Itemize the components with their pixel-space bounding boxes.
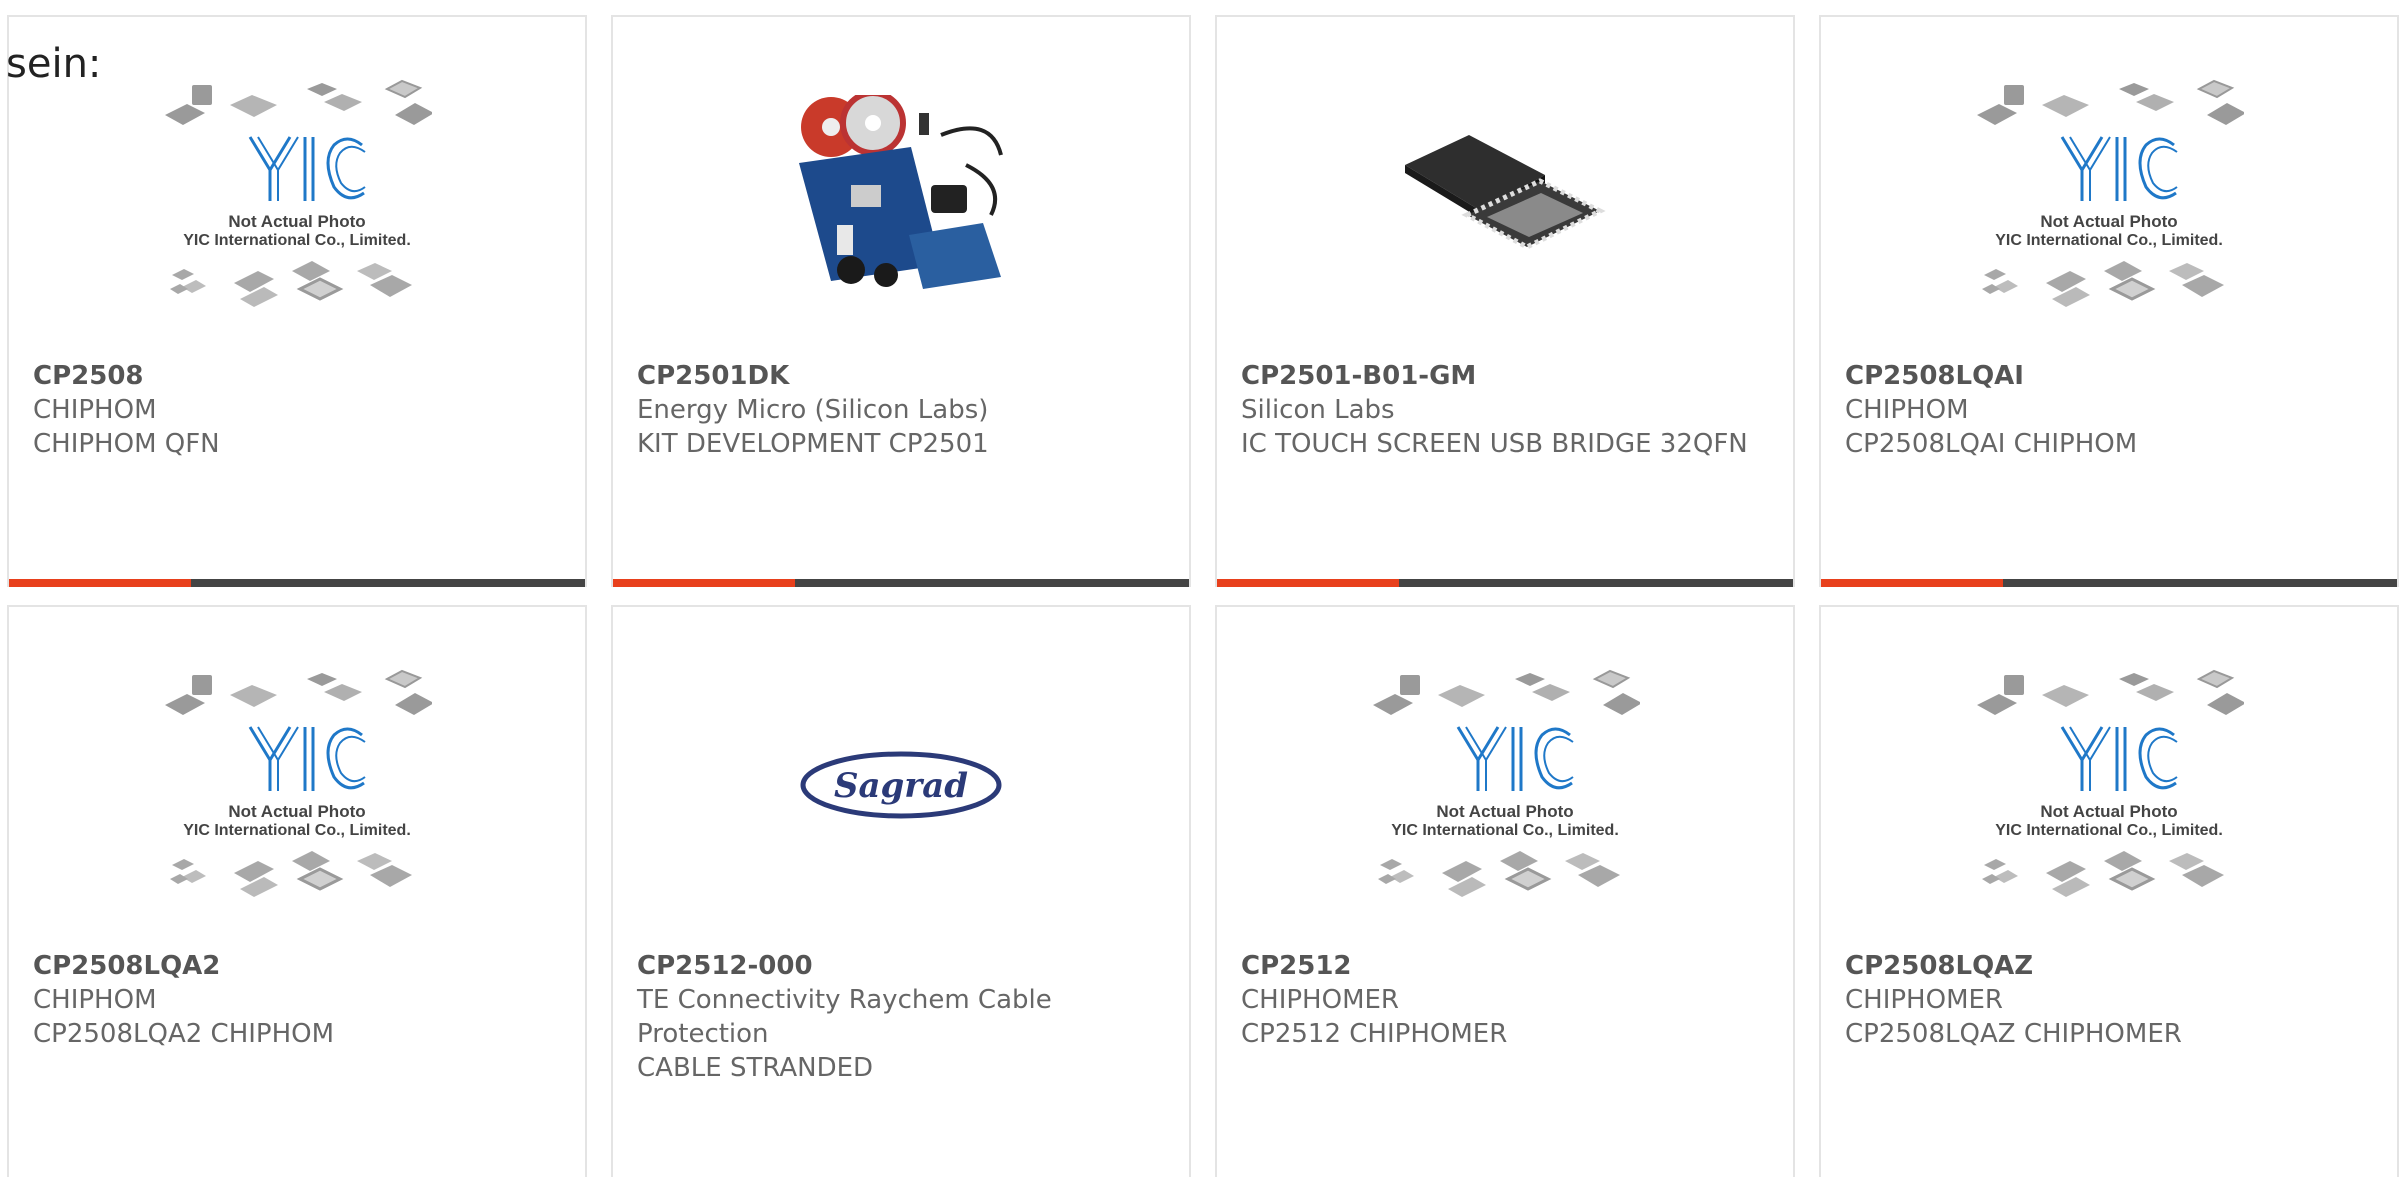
placeholder-caption-line2: YIC International Co., Limited.	[183, 232, 411, 249]
product-image[interactable]	[1217, 75, 1793, 315]
card-bottom-bar	[1821, 579, 2397, 587]
product-card[interactable]: CP2501DK Energy Micro (Silicon Labs) KIT…	[611, 15, 1191, 587]
placeholder-caption-line1: Not Actual Photo	[1436, 802, 1573, 821]
product-info: CP2508 CHIPHOM CHIPHOM QFN	[33, 359, 561, 461]
part-number-link[interactable]: CP2512	[1241, 949, 1769, 983]
product-description: IC TOUCH SCREEN USB BRIDGE 32QFN	[1241, 429, 1748, 459]
manufacturer-name: CHIPHOM	[33, 395, 157, 425]
part-number-link[interactable]: CP2508LQAZ	[1845, 949, 2373, 983]
yic-placeholder-icon: Not Actual Photo YIC International Co., …	[165, 669, 432, 897]
placeholder-caption-line2: YIC International Co., Limited.	[1995, 232, 2223, 249]
product-info: CP2501DK Energy Micro (Silicon Labs) KIT…	[637, 359, 1165, 461]
card-accent-bar	[1821, 579, 2003, 587]
product-info: CP2501-B01-GM Silicon Labs IC TOUCH SCRE…	[1241, 359, 1769, 461]
manufacturer-name: TE Connectivity Raychem Cable Protection	[637, 985, 1052, 1049]
product-image[interactable]: Sagrad	[613, 665, 1189, 905]
yic-placeholder-icon: Not Actual Photo YIC International Co., …	[1977, 669, 2244, 897]
card-accent-bar	[9, 579, 191, 587]
page-heading: sein:	[6, 41, 102, 87]
card-bottom-bar	[1217, 579, 1793, 587]
product-description: CP2508LQAI CHIPHOM	[1845, 429, 2138, 459]
product-card[interactable]: Not Actual Photo YIC International Co., …	[1819, 15, 2399, 587]
manufacturer-name: Silicon Labs	[1241, 395, 1395, 425]
part-number-link[interactable]: CP2512-000	[637, 949, 1165, 983]
product-description: CP2508LQAZ CHIPHOMER	[1845, 1019, 2182, 1049]
manufacturer-name: CHIPHOMER	[1845, 985, 2003, 1015]
manufacturer-name: Energy Micro (Silicon Labs)	[637, 395, 989, 425]
product-info: CP2512-000 TE Connectivity Raychem Cable…	[637, 949, 1165, 1085]
product-image[interactable]: Not Actual Photo YIC International Co., …	[9, 75, 585, 315]
part-number-link[interactable]: CP2508	[33, 359, 561, 393]
product-image[interactable]: Not Actual Photo YIC International Co., …	[1821, 665, 2397, 905]
part-number-link[interactable]: CP2501DK	[637, 359, 1165, 393]
manufacturer-name: CHIPHOM	[33, 985, 157, 1015]
card-accent-bar	[613, 579, 795, 587]
placeholder-caption-line1: Not Actual Photo	[228, 802, 365, 821]
product-card[interactable]: Not Actual Photo YIC International Co., …	[7, 15, 587, 587]
part-number-link[interactable]: CP2508LQA2	[33, 949, 561, 983]
product-card[interactable]: Not Actual Photo YIC International Co., …	[7, 605, 587, 1177]
sagrad-logo-text: Sagrad	[834, 766, 968, 806]
placeholder-caption-line2: YIC International Co., Limited.	[1995, 822, 2223, 839]
yic-placeholder-icon: Not Actual Photo YIC International Co., …	[1977, 79, 2244, 307]
placeholder-caption-line1: Not Actual Photo	[2040, 802, 2177, 821]
product-image[interactable]: Not Actual Photo YIC International Co., …	[1217, 665, 1793, 905]
placeholder-caption-line2: YIC International Co., Limited.	[183, 822, 411, 839]
manufacturer-name: CHIPHOM	[1845, 395, 1969, 425]
product-card[interactable]: Sagrad CP2512-000 TE Connectivity Rayche…	[611, 605, 1191, 1177]
product-description: CABLE STRANDED	[637, 1053, 874, 1083]
product-description: CHIPHOM QFN	[33, 429, 220, 459]
placeholder-caption-line1: Not Actual Photo	[2040, 212, 2177, 231]
card-bottom-bar	[9, 579, 585, 587]
part-number-link[interactable]: CP2508LQAI	[1845, 359, 2373, 393]
product-image[interactable]: Not Actual Photo YIC International Co., …	[1821, 75, 2397, 315]
part-number-link[interactable]: CP2501-B01-GM	[1241, 359, 1769, 393]
manufacturer-name: CHIPHOMER	[1241, 985, 1399, 1015]
yic-placeholder-icon: Not Actual Photo YIC International Co., …	[165, 79, 432, 307]
qfn-chip-photo	[1405, 135, 1606, 250]
product-image[interactable]	[613, 75, 1189, 315]
product-card[interactable]: Not Actual Photo YIC International Co., …	[1215, 605, 1795, 1177]
product-image[interactable]: Not Actual Photo YIC International Co., …	[9, 665, 585, 905]
placeholder-caption-line2: YIC International Co., Limited.	[1391, 822, 1619, 839]
product-grid: Not Actual Photo YIC International Co., …	[7, 15, 2399, 1177]
product-info: CP2508LQAZ CHIPHOMER CP2508LQAZ CHIPHOME…	[1845, 949, 2373, 1051]
product-description: CP2508LQA2 CHIPHOM	[33, 1019, 335, 1049]
placeholder-caption-line1: Not Actual Photo	[228, 212, 365, 231]
card-accent-bar	[1217, 579, 1399, 587]
product-card[interactable]: Not Actual Photo YIC International Co., …	[1819, 605, 2399, 1177]
product-description: KIT DEVELOPMENT CP2501	[637, 429, 989, 459]
dev-kit-photo	[799, 95, 1003, 289]
product-info: CP2508LQAI CHIPHOM CP2508LQAI CHIPHOM	[1845, 359, 2373, 461]
product-card[interactable]: CP2501-B01-GM Silicon Labs IC TOUCH SCRE…	[1215, 15, 1795, 587]
product-description: CP2512 CHIPHOMER	[1241, 1019, 1508, 1049]
product-info: CP2512 CHIPHOMER CP2512 CHIPHOMER	[1241, 949, 1769, 1051]
product-info: CP2508LQA2 CHIPHOM CP2508LQA2 CHIPHOM	[33, 949, 561, 1051]
card-bottom-bar	[613, 579, 1189, 587]
yic-placeholder-icon: Not Actual Photo YIC International Co., …	[1373, 669, 1640, 897]
sagrad-logo: Sagrad	[800, 751, 1002, 819]
